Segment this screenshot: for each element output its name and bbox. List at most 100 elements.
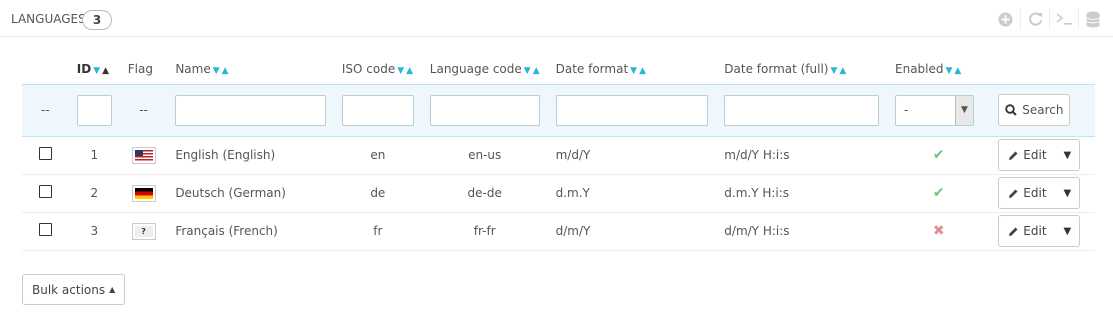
cell-date-format-full: d.m.Y H:i:s xyxy=(716,174,887,213)
column-label-id: ID xyxy=(76,61,92,76)
filter-checkbox-placeholder: -- xyxy=(22,83,69,137)
caret-up-icon: ▲ xyxy=(109,285,116,294)
column-header-language-code[interactable]: Language code ▼ ▲ xyxy=(422,54,548,84)
sort-desc-icon[interactable]: ▼ xyxy=(630,66,637,76)
table-row[interactable]: 1 English (English) en en-us m/d/Y m/d/Y… xyxy=(22,136,1095,175)
column-header-iso[interactable]: ISO code ▼ ▲ xyxy=(334,54,422,84)
sort-asc-icon[interactable]: ▲ xyxy=(533,66,540,76)
filter-name-input[interactable] xyxy=(175,94,326,126)
edit-button-label: Edit xyxy=(1023,148,1047,162)
column-header-date-format-full[interactable]: Date format (full) ▼ ▲ xyxy=(716,54,887,84)
edit-button-group: Edit ▼ xyxy=(998,215,1081,247)
column-label-flag: Flag xyxy=(127,61,153,76)
pencil-icon xyxy=(1009,151,1018,160)
enabled-check-icon[interactable]: ✔ xyxy=(933,147,945,163)
pencil-icon xyxy=(1009,189,1018,198)
search-button[interactable]: Search xyxy=(998,94,1071,126)
pencil-icon xyxy=(1009,227,1018,236)
filter-flag-placeholder: -- xyxy=(119,83,168,137)
column-label-name: Name xyxy=(175,61,211,76)
row-checkbox[interactable] xyxy=(38,147,52,160)
flag-us-icon xyxy=(131,146,156,164)
filter-language-code-input[interactable] xyxy=(429,94,540,126)
column-label-date-format-full: Date format (full) xyxy=(724,61,829,76)
count-badge: 3 xyxy=(82,10,112,30)
sort-asc-icon[interactable]: ▲ xyxy=(639,66,646,76)
table-row[interactable]: 2 Deutsch (German) de de-de d.m.Y d.m.Y … xyxy=(22,174,1095,213)
add-icon[interactable] xyxy=(991,8,1020,30)
disabled-cross-icon[interactable]: ✖ xyxy=(933,223,945,239)
search-button-label: Search xyxy=(1022,103,1064,117)
cell-date-format: d/m/Y xyxy=(547,212,717,251)
edit-button-group: Edit ▼ xyxy=(998,139,1081,171)
column-header-enabled[interactable]: Enabled ▼ ▲ xyxy=(887,54,990,84)
flag-unknown-icon: ? xyxy=(131,222,156,240)
flag-de-icon xyxy=(131,184,156,202)
cell-language-code: de-de xyxy=(421,174,548,213)
refresh-icon[interactable] xyxy=(1020,8,1049,30)
filter-enabled-value: - xyxy=(904,102,909,117)
sort-desc-icon[interactable]: ▼ xyxy=(524,66,531,76)
column-label-date-format: Date format xyxy=(555,61,629,76)
edit-button[interactable]: Edit xyxy=(999,216,1055,246)
search-icon xyxy=(1005,104,1017,116)
caret-down-icon[interactable]: ▼ xyxy=(1055,178,1079,208)
filter-row: -- -- - ▼ Search xyxy=(22,83,1095,137)
bulk-actions-button[interactable]: Bulk actions ▲ xyxy=(22,274,126,305)
sort-asc-icon[interactable]: ▲ xyxy=(222,66,229,76)
edit-button-label: Edit xyxy=(1023,224,1047,238)
cell-name: Deutsch (German) xyxy=(167,174,334,213)
edit-button[interactable]: Edit xyxy=(999,178,1055,208)
column-label-iso: ISO code xyxy=(341,61,396,76)
sort-desc-icon[interactable]: ▼ xyxy=(93,66,100,76)
panel-title: Languages xyxy=(11,12,86,26)
edit-button[interactable]: Edit xyxy=(999,140,1055,170)
sort-desc-icon[interactable]: ▼ xyxy=(397,66,404,76)
edit-button-label: Edit xyxy=(1023,186,1047,200)
column-header-id[interactable]: ID ▼ ▲ xyxy=(69,54,120,84)
row-checkbox[interactable] xyxy=(38,185,52,198)
table-row[interactable]: 3 ? Français (French) fr fr-fr d/m/Y d/m… xyxy=(22,212,1095,251)
languages-table: ID ▼ ▲ Flag Name ▼ ▲ ISO code ▼ ▲ Language cod… xyxy=(22,54,1095,251)
sort-desc-icon[interactable]: ▼ xyxy=(213,66,220,76)
caret-down-icon[interactable]: ▼ xyxy=(1055,216,1079,246)
cell-date-format: d.m.Y xyxy=(547,174,717,213)
cell-iso: fr xyxy=(333,212,422,251)
row-checkbox[interactable] xyxy=(38,223,52,236)
sort-desc-icon[interactable]: ▼ xyxy=(946,66,953,76)
cell-id: 2 xyxy=(68,174,120,213)
cell-date-format-full: m/d/Y H:i:s xyxy=(716,136,887,175)
cell-iso: de xyxy=(333,174,422,213)
sql-query-icon[interactable] xyxy=(1049,8,1078,30)
sort-asc-icon[interactable]: ▲ xyxy=(839,66,846,76)
filter-date-format-input[interactable] xyxy=(555,94,709,126)
bulk-actions-label: Bulk actions xyxy=(32,282,106,297)
sort-desc-icon[interactable]: ▼ xyxy=(831,66,838,76)
header-row: ID ▼ ▲ Flag Name ▼ ▲ ISO code ▼ ▲ Language cod… xyxy=(22,54,1095,84)
sort-asc-icon[interactable]: ▲ xyxy=(406,66,413,76)
filter-id-input[interactable] xyxy=(76,94,112,126)
filter-enabled-select[interactable]: - ▼ xyxy=(895,94,974,126)
cell-name: Français (French) xyxy=(167,212,334,251)
cell-id: 1 xyxy=(68,136,120,175)
cell-iso: en xyxy=(333,136,422,175)
select-column-header xyxy=(22,54,69,84)
filter-iso-input[interactable] xyxy=(341,94,414,126)
caret-down-icon[interactable]: ▼ xyxy=(1055,140,1079,170)
cell-id: 3 xyxy=(68,212,120,251)
sort-asc-icon[interactable]: ▲ xyxy=(954,66,961,76)
flag-unknown-glyph: ? xyxy=(134,225,153,237)
column-header-name[interactable]: Name ▼ ▲ xyxy=(167,54,334,84)
chevron-down-icon: ▼ xyxy=(955,95,973,125)
filter-date-format-full-input[interactable] xyxy=(724,94,879,126)
column-header-flag: Flag xyxy=(120,54,168,84)
sort-asc-icon[interactable]: ▲ xyxy=(102,66,109,76)
header-toolbar xyxy=(991,8,1107,30)
column-header-date-format[interactable]: Date format ▼ ▲ xyxy=(548,54,717,84)
cell-language-code: fr-fr xyxy=(421,212,548,251)
panel-header: Languages 3 xyxy=(0,0,1113,37)
database-icon[interactable] xyxy=(1078,8,1107,30)
column-label-language-code: Language code xyxy=(429,61,522,76)
enabled-check-icon[interactable]: ✔ xyxy=(933,185,945,201)
actions-column-header xyxy=(990,54,1095,84)
